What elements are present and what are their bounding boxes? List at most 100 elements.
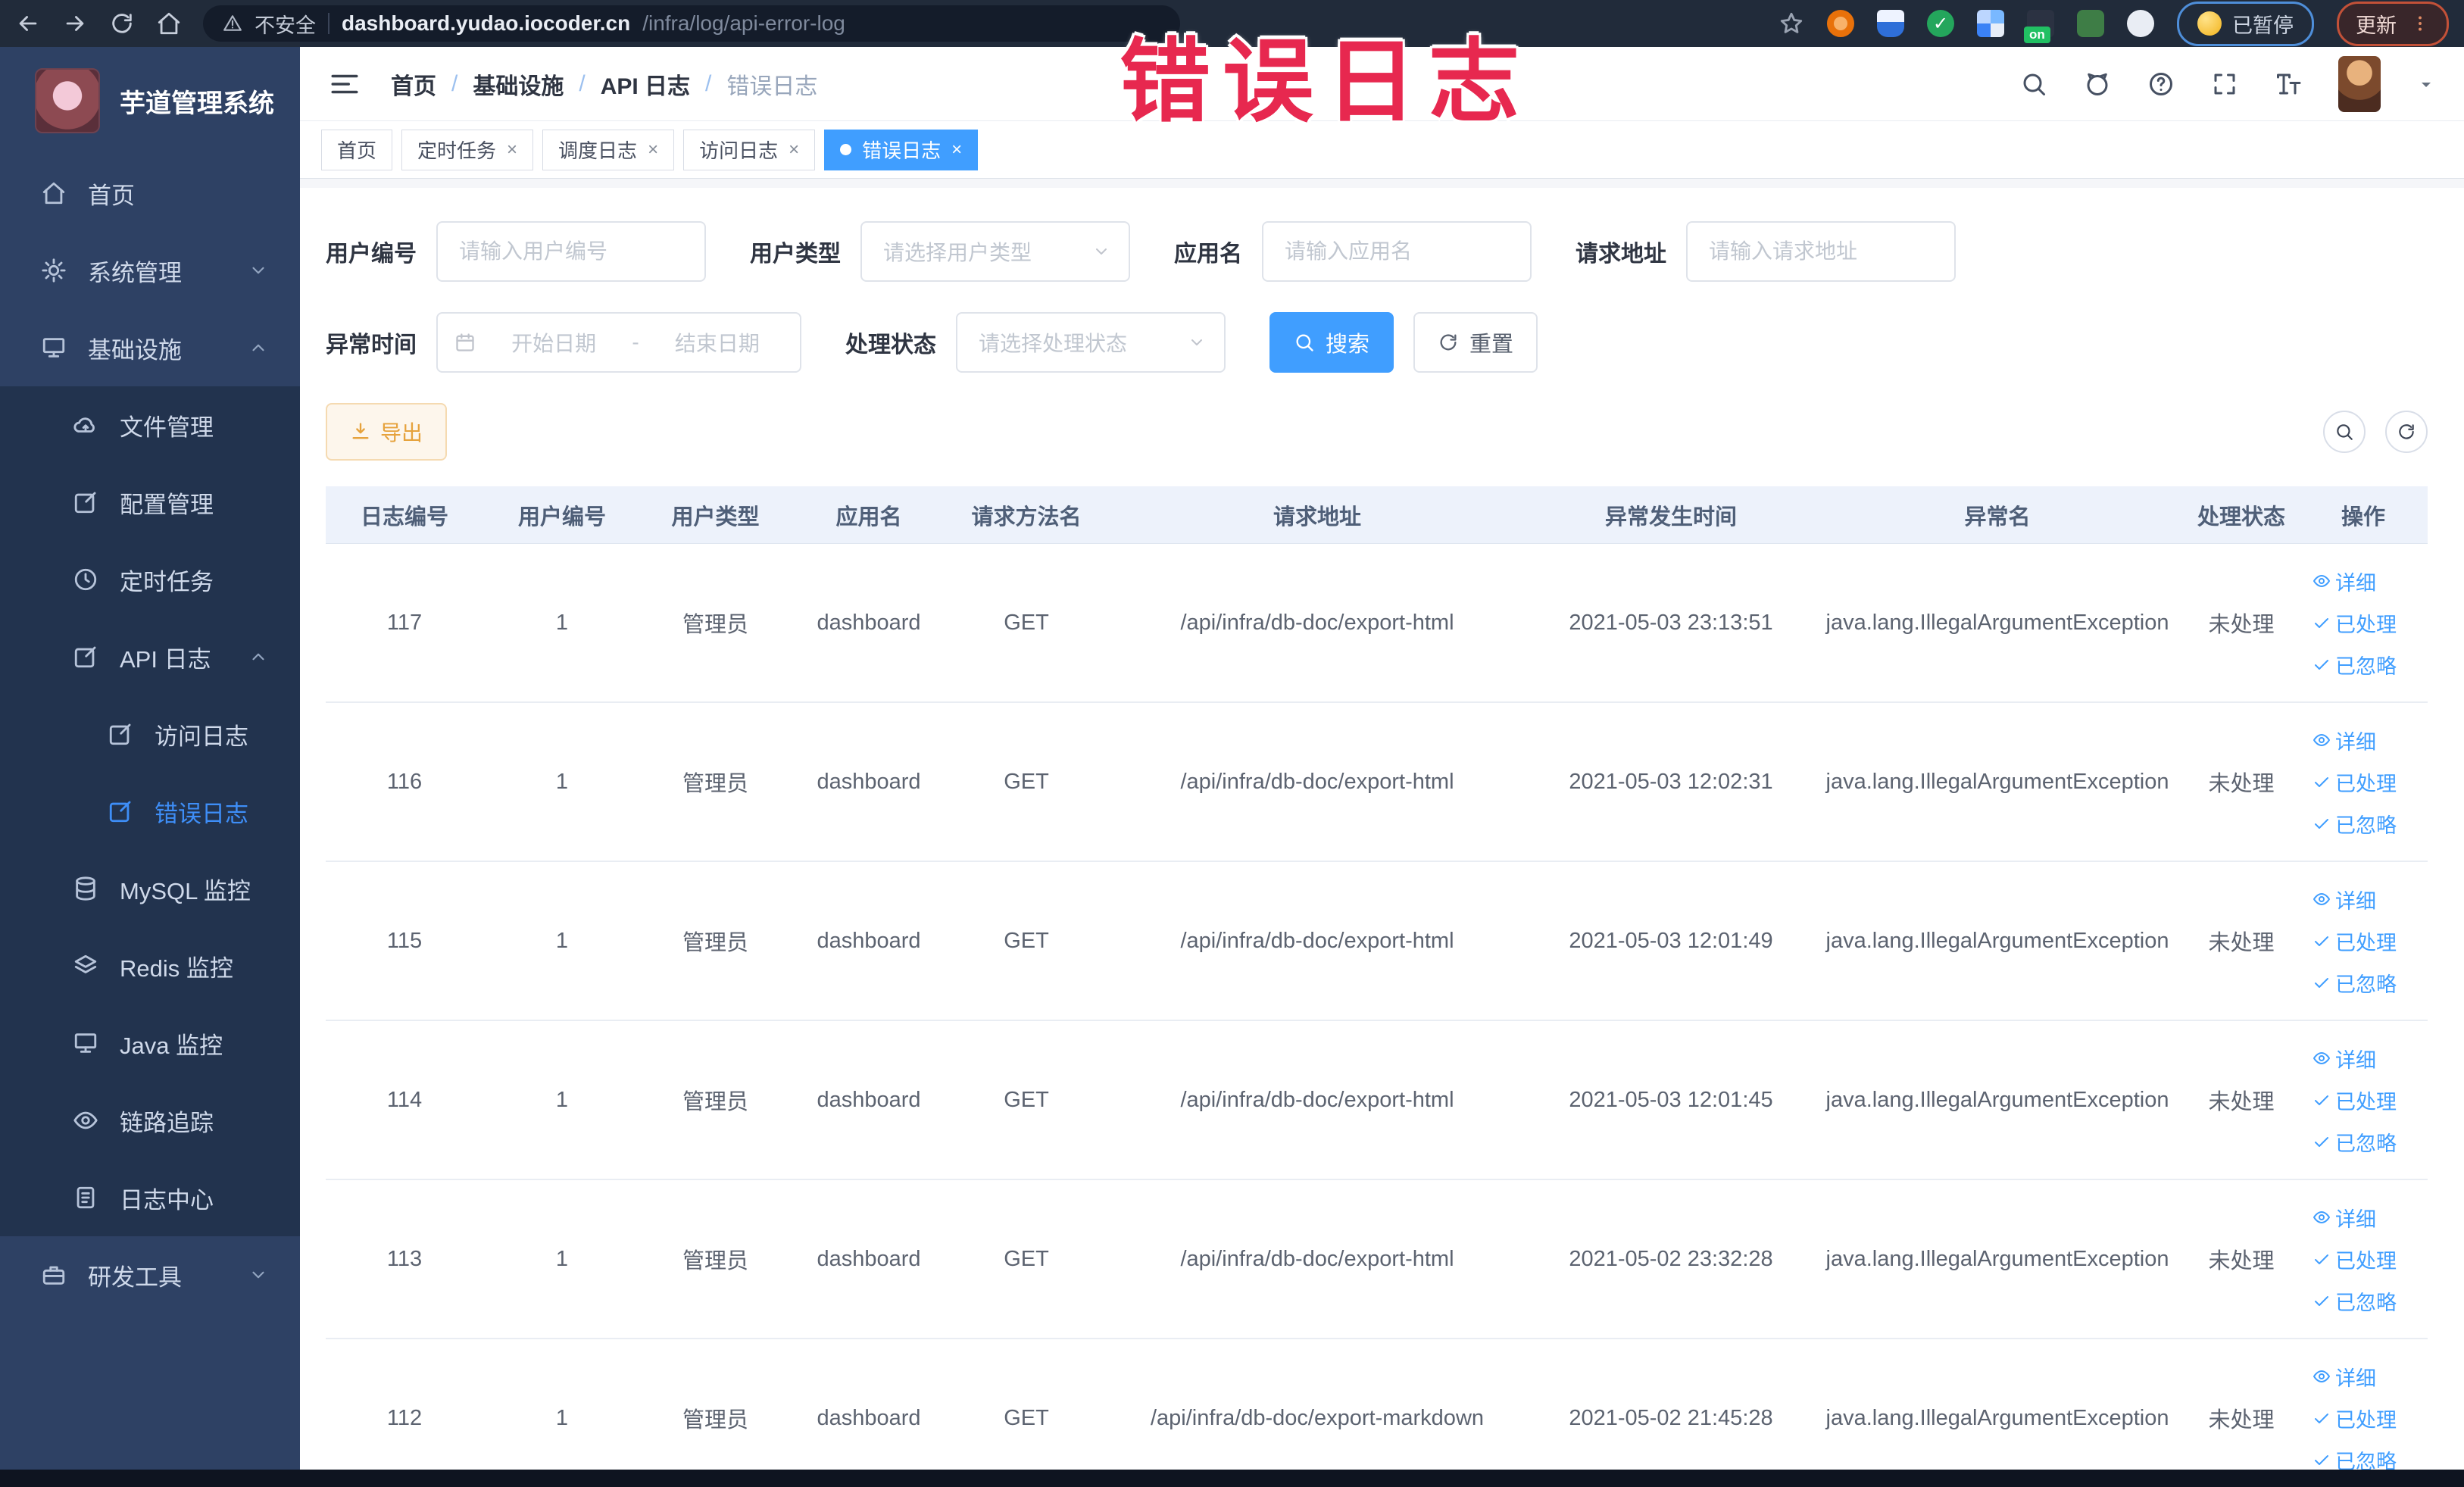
extension-icon[interactable]	[1877, 10, 1904, 37]
doc-edit-icon	[73, 644, 98, 670]
action-processed[interactable]: 已处理	[2313, 1404, 2397, 1433]
browser-forward-icon[interactable]	[62, 11, 88, 36]
extension-badge: on	[2024, 27, 2050, 43]
tab-schedule-log[interactable]: 调度日志 ×	[542, 129, 675, 170]
action-processed[interactable]: 已处理	[2313, 1245, 2397, 1274]
sidebar-item-error-log[interactable]: 错误日志	[0, 773, 300, 850]
sidebar-item-dev-tools[interactable]: 研发工具	[0, 1236, 300, 1314]
search-button[interactable]: 搜索	[1269, 312, 1394, 373]
refresh-table-button[interactable]	[2385, 411, 2428, 453]
extension-icon[interactable]	[1977, 10, 2004, 37]
action-detail[interactable]: 详细	[2313, 567, 2376, 596]
cell-method: GET	[1004, 610, 1049, 635]
action-detail[interactable]: 详细	[2313, 1203, 2376, 1232]
user-type-select[interactable]: 请选择用户类型	[860, 221, 1130, 282]
monitor-icon	[73, 1030, 98, 1056]
extension-icon[interactable]: on	[2024, 10, 2054, 43]
action-ignore[interactable]: 已忽略	[2313, 809, 2397, 839]
caret-down-icon[interactable]	[2417, 75, 2435, 93]
check-icon	[2313, 1292, 2331, 1310]
browser-reload-icon[interactable]	[109, 11, 135, 36]
action-ignore[interactable]: 已忽略	[2313, 1127, 2397, 1157]
help-icon[interactable]	[2147, 70, 2175, 98]
action-processed[interactable]: 已处理	[2313, 608, 2397, 638]
browser-home-icon[interactable]	[156, 11, 182, 36]
font-size-icon[interactable]	[2275, 70, 2302, 98]
bookmark-star-icon[interactable]	[1779, 11, 1804, 36]
toggle-search-button[interactable]	[2323, 411, 2366, 453]
action-processed[interactable]: 已处理	[2313, 926, 2397, 956]
export-button[interactable]: 导出	[326, 403, 448, 461]
briefcase-icon	[41, 1262, 67, 1288]
sidebar-item-home[interactable]: 首页	[0, 155, 300, 232]
sidebar-item-config[interactable]: 配置管理	[0, 464, 300, 541]
sidebar-item-system[interactable]: 系统管理	[0, 232, 300, 309]
sidebar-item-infra[interactable]: 基础设施	[0, 309, 300, 386]
cell-user-id: 1	[555, 928, 569, 953]
action-detail[interactable]: 详细	[2313, 726, 2376, 755]
tab-close-icon[interactable]: ×	[648, 139, 658, 161]
action-ignore[interactable]: 已忽略	[2313, 968, 2397, 998]
profile-paused-chip[interactable]: 已暂停	[2177, 1, 2314, 46]
search-icon[interactable]	[2020, 70, 2047, 98]
extension-icon[interactable]	[2127, 10, 2154, 37]
process-status-select[interactable]: 请选择处理状态	[956, 312, 1226, 373]
user-avatar[interactable]	[2338, 55, 2381, 112]
action-ignore[interactable]: 已忽略	[2313, 1286, 2397, 1316]
browser-menu-icon[interactable]	[2410, 14, 2430, 33]
breadcrumb-item[interactable]: API 日志	[601, 67, 690, 101]
sidebar-item-mysql[interactable]: MySQL 监控	[0, 850, 300, 927]
sidebar-item-tracing[interactable]: 链路追踪	[0, 1082, 300, 1159]
action-detail[interactable]: 详细	[2313, 1362, 2376, 1392]
tab-scheduled-jobs[interactable]: 定时任务 ×	[401, 129, 534, 170]
check-icon	[2313, 814, 2331, 833]
tab-close-icon[interactable]: ×	[951, 139, 962, 161]
action-processed[interactable]: 已处理	[2313, 1086, 2397, 1115]
tab-error-log[interactable]: 错误日志 ×	[824, 129, 979, 170]
breadcrumb-item[interactable]: 首页	[391, 67, 436, 101]
app-title: 芋道管理系统	[120, 89, 274, 118]
action-processed[interactable]: 已处理	[2313, 767, 2397, 797]
document-icon	[73, 1185, 98, 1211]
sidebar-item-api-log[interactable]: API 日志	[0, 618, 300, 695]
date-range-picker[interactable]: 开始日期 - 结束日期	[436, 312, 801, 373]
eye-icon	[2313, 1049, 2331, 1067]
sidebar-item-redis[interactable]: Redis 监控	[0, 927, 300, 1004]
table-row: 114 1 管理员 dashboard GET /api/infra/db-do…	[326, 1021, 2428, 1180]
extension-icon[interactable]	[2077, 10, 2104, 37]
breadcrumb-item[interactable]: 基础设施	[473, 67, 564, 101]
tab-home[interactable]: 首页	[321, 129, 393, 170]
sidebar-item-log-center[interactable]: 日志中心	[0, 1159, 300, 1236]
sidebar-item-files[interactable]: 文件管理	[0, 386, 300, 464]
sidebar-item-access-log[interactable]: 访问日志	[0, 695, 300, 773]
security-label[interactable]: 不安全	[255, 9, 316, 39]
browser-update-button[interactable]: 更新	[2337, 1, 2449, 46]
extension-icon[interactable]	[1827, 10, 1854, 37]
cell-status: 未处理	[2208, 1408, 2275, 1432]
fullscreen-icon[interactable]	[2211, 70, 2238, 98]
action-detail[interactable]: 详细	[2313, 885, 2376, 914]
tab-access-log[interactable]: 访问日志 ×	[683, 129, 816, 170]
sidebar-item-java[interactable]: Java 监控	[0, 1004, 300, 1082]
cell-url: /api/infra/db-doc/export-html	[1180, 1087, 1454, 1112]
user-id-input[interactable]	[436, 221, 706, 282]
tab-close-icon[interactable]: ×	[789, 139, 799, 161]
action-ignore[interactable]: 已忽略	[2313, 650, 2397, 679]
reset-button[interactable]: 重置	[1413, 312, 1538, 373]
browser-back-icon[interactable]	[15, 11, 41, 36]
search-icon	[2334, 422, 2354, 442]
sidebar-collapse-icon[interactable]	[329, 68, 361, 100]
sidebar-item-jobs[interactable]: 定时任务	[0, 541, 300, 618]
request-url-input[interactable]	[1686, 221, 1956, 282]
app-logo-row[interactable]: 芋道管理系统	[0, 47, 300, 155]
security-warning-icon[interactable]	[223, 14, 242, 33]
chevron-up-icon	[248, 647, 268, 667]
github-icon[interactable]	[2084, 70, 2111, 98]
address-bar[interactable]: 不安全 dashboard.yudao.iocoder.cn/infra/log…	[203, 5, 1180, 42]
action-detail[interactable]: 详细	[2313, 1044, 2376, 1073]
extension-icon[interactable]: ✓	[1927, 10, 1954, 37]
app-name-input[interactable]	[1262, 221, 1532, 282]
col-time: 异常发生时间	[1604, 505, 1737, 530]
tab-close-icon[interactable]: ×	[507, 139, 517, 161]
page-content: 用户编号 用户类型 请选择用户类型 应用名 请求地址	[300, 188, 2464, 1487]
